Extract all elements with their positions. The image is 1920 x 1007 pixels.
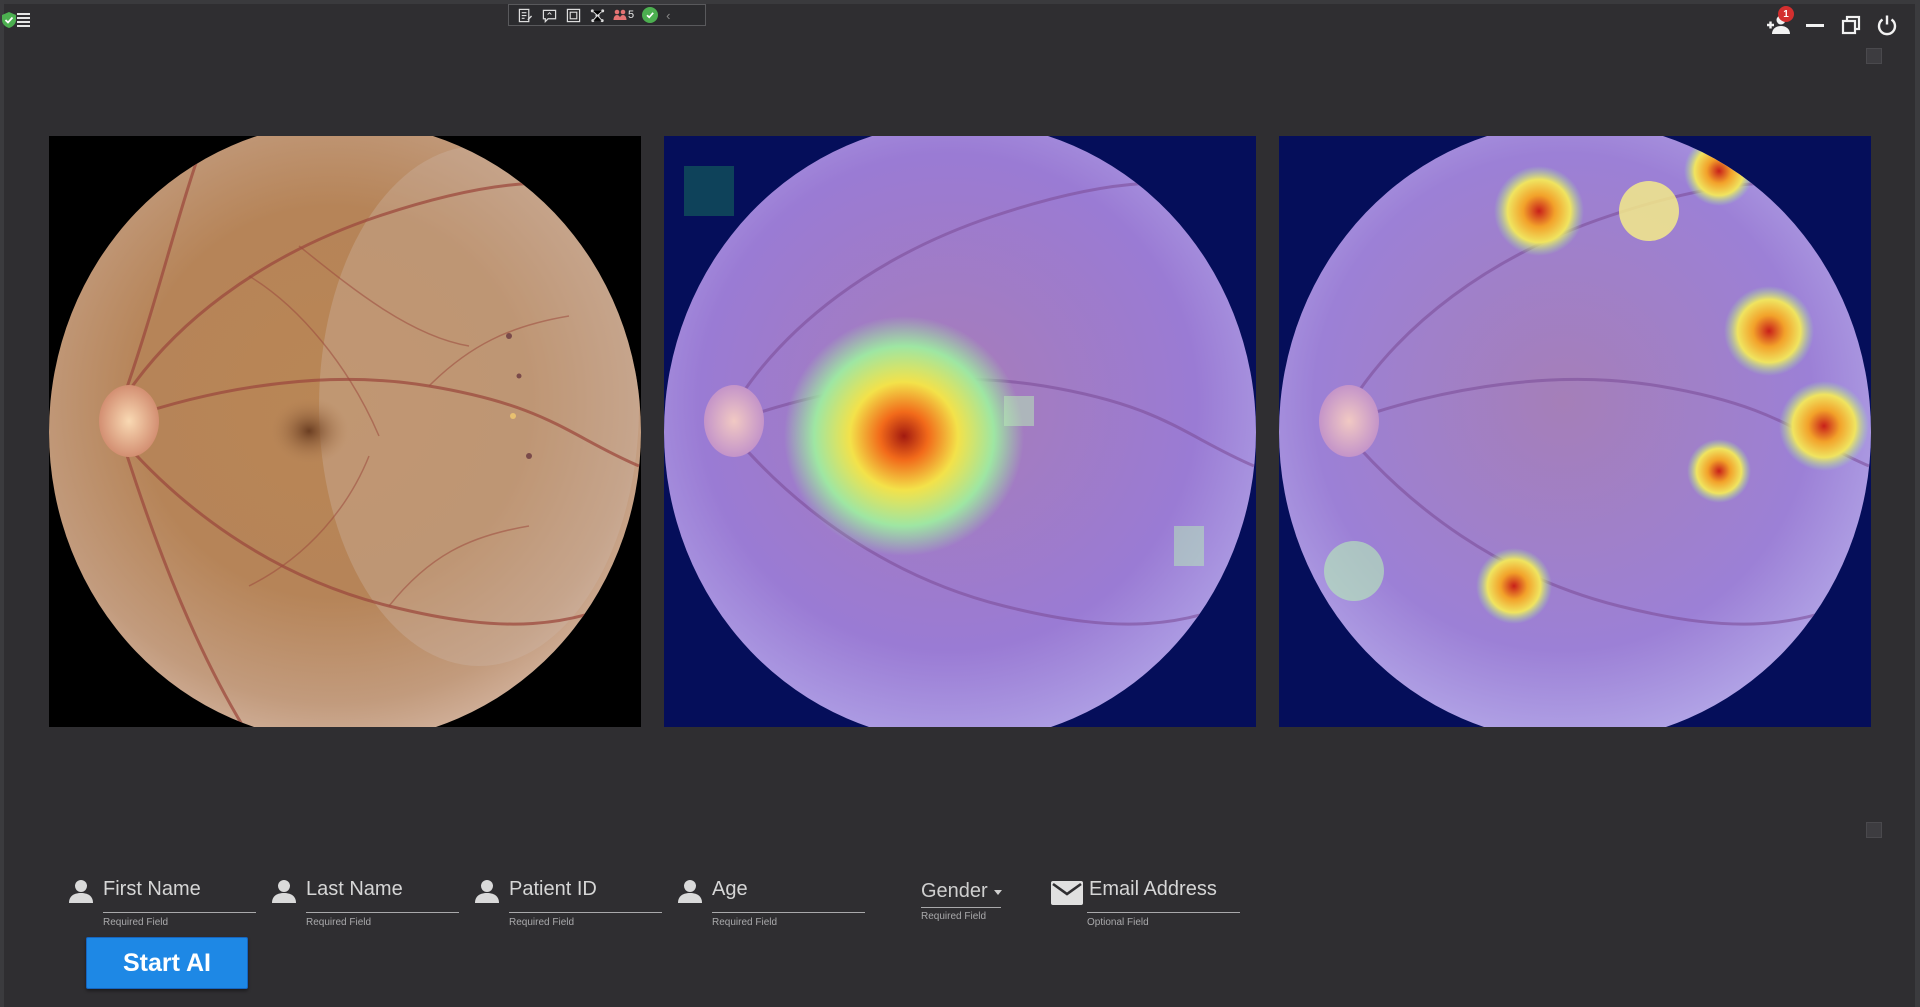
people-count-value: 5	[628, 9, 635, 21]
patient-id-hint: Required Field	[509, 917, 575, 928]
person-icon	[475, 880, 499, 903]
menu-icon[interactable]	[17, 13, 30, 27]
last-name-field[interactable]: Last Name Required Field	[271, 876, 459, 928]
first-name-label: First Name	[103, 878, 201, 900]
chevron-left-icon[interactable]: ‹	[666, 8, 670, 23]
notification-badge: 1	[1778, 6, 1794, 22]
person-icon	[272, 880, 296, 903]
minimize-icon	[1806, 24, 1824, 27]
window-left-edge	[0, 0, 4, 1007]
age-field[interactable]: Age Required Field	[677, 876, 865, 928]
first-name-hint: Required Field	[103, 917, 169, 928]
gender-hint: Required Field	[921, 911, 987, 922]
power-button[interactable]	[1874, 12, 1900, 38]
original-fundus-image	[49, 136, 641, 727]
list-edit-icon[interactable]	[517, 7, 533, 23]
start-ai-button[interactable]: Start AI	[86, 937, 248, 989]
email-label: Email Address	[1089, 878, 1217, 900]
age-underline	[712, 912, 865, 913]
person-icon	[678, 880, 702, 903]
window-controls: 1	[1766, 6, 1900, 38]
email-hint: Optional Field	[1087, 917, 1149, 928]
last-name-underline	[306, 912, 459, 913]
email-underline	[1087, 912, 1240, 913]
scroll-indicator-bottom[interactable]	[1866, 822, 1882, 838]
email-field[interactable]: Email Address Optional Field	[1050, 876, 1240, 928]
scroll-indicator-top[interactable]	[1866, 48, 1882, 64]
restore-button[interactable]	[1838, 12, 1864, 38]
first-name-underline	[103, 912, 256, 913]
add-user-button[interactable]: 1	[1766, 6, 1794, 38]
patient-id-underline	[509, 912, 662, 913]
caret-down-icon	[993, 890, 1002, 896]
people-count[interactable]: 5	[613, 8, 634, 22]
check-circle-icon[interactable]	[642, 7, 659, 23]
comment-icon[interactable]	[541, 7, 557, 23]
gender-select[interactable]: Gender Required Field	[921, 880, 1002, 922]
power-icon	[1877, 15, 1897, 36]
frame-icon[interactable]	[565, 7, 581, 23]
shield-check-icon	[2, 12, 16, 28]
person-icon	[69, 880, 93, 903]
patient-id-label: Patient ID	[509, 878, 597, 900]
age-label: Age	[712, 878, 748, 900]
top-left-controls	[2, 12, 30, 28]
gender-label: Gender	[921, 880, 988, 902]
heatmap-overlay-1	[664, 136, 1256, 727]
last-name-hint: Required Field	[306, 917, 372, 928]
heatmap-overlay-2	[1279, 136, 1871, 727]
envelope-icon	[1051, 881, 1083, 905]
restore-icon	[1841, 15, 1861, 35]
last-name-label: Last Name	[306, 878, 403, 900]
patient-id-field[interactable]: Patient ID Required Field	[474, 876, 662, 928]
minimize-button[interactable]	[1802, 12, 1828, 38]
window-right-edge	[1915, 0, 1920, 1007]
window-top-edge	[0, 0, 1920, 4]
gender-underline	[921, 907, 1001, 908]
people-count-icon	[613, 9, 627, 20]
first-name-field[interactable]: First Name Required Field	[68, 876, 256, 928]
session-toolbar: 5 ‹	[508, 4, 706, 26]
network-icon[interactable]	[589, 7, 605, 23]
age-hint: Required Field	[712, 917, 778, 928]
